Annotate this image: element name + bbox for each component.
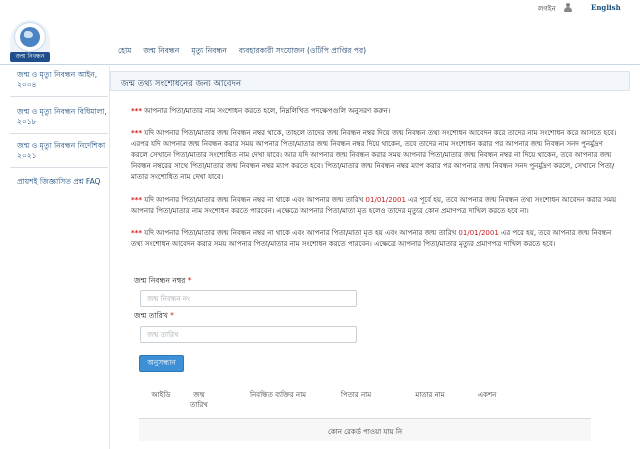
column-header-mother-name: মাতার নাম [415,391,445,399]
instruction-rule-1: *** যদি আপনার পিতা/মাতার জন্ম নিবন্ধন নম… [131,128,621,183]
star-marker: *** [131,129,142,137]
empty-table-message: কোন রেকর্ড পাওয়া যায় নি [327,428,403,436]
rule-2-date: 01/01/2001 [365,196,406,204]
registration-number-label: জন্ম নিবন্ধন নম্বর * [134,276,192,288]
site-logo[interactable]: জন্ম নিবন্ধন [10,20,50,62]
nav-item-home[interactable]: হোম [118,46,131,58]
logo-caption: জন্ম নিবন্ধন [10,52,50,62]
sidebar: জন্ম ও মৃত্যু নিবন্ধন আইন, ২০০৪ জন্ম ও ম… [0,66,110,449]
rule-2-text-a: যদি আপনার পিতা/মাতার জন্ম নিবন্ধন নম্বর … [141,196,366,204]
language-switch-link[interactable]: English [591,3,621,12]
instruction-rule-2: *** যদি আপনার পিতা/মাতার জন্ম নিবন্ধন নম… [131,195,621,217]
nav-item-death-registration[interactable]: মৃত্যু নিবন্ধন [191,46,227,58]
nav-divider [0,64,640,65]
rule-3-text-a: যদি আপনার পিতা/মাতার জন্ম নিবন্ধন নম্বর … [141,229,459,237]
globe-icon [20,27,40,47]
sidebar-item-rules-2018[interactable]: জন্ম ও মৃত্যু নিবন্ধন বিধিমালা, ২০১৮ [17,107,107,127]
top-bar: লগইন English [0,0,640,18]
column-header-action: একশন [477,391,497,399]
intro-text: আপনার পিতা/মাতার নাম সংশোধন করতে হলে, নি… [141,107,391,115]
nav-item-add-user[interactable]: ব্যবহারকারী সংযোজন (ওটিপি প্রাপ্তির পর) [239,46,366,58]
column-header-id: আইডি [151,391,171,399]
star-marker: *** [131,229,142,237]
main-nav: হোম জন্ম নিবন্ধন মৃত্যু নিবন্ধন ব্যবহারক… [118,46,378,58]
star-marker: *** [131,196,142,204]
nav-item-birth-registration[interactable]: জন্ম নিবন্ধন [143,46,179,58]
sidebar-divider [10,133,108,134]
sidebar-item-act-2004[interactable]: জন্ম ও মৃত্যু নিবন্ধন আইন, ২০০৪ [17,70,107,90]
column-header-date-of-birth: জন্ম তারিখ [190,391,208,409]
search-button[interactable]: অনুসন্ধান [139,355,184,372]
date-of-birth-input[interactable] [140,326,357,343]
login-link[interactable]: লগইন [538,3,556,15]
column-header-father-name: পিতার নাম [340,391,372,399]
rule-3-date: 01/01/2001 [458,229,499,237]
date-of-birth-label: জন্ম তারিখ * [134,311,174,323]
sidebar-item-guideline-2021[interactable]: জন্ম ও মৃত্যু নিবন্ধন নির্দেশিকা ২০২১ [17,141,107,161]
sidebar-divider [10,96,108,97]
user-icon[interactable] [564,3,572,12]
registration-number-input[interactable] [140,290,357,307]
table-row-empty: কোন রেকর্ড পাওয়া যায় নি [139,419,591,441]
date-of-birth-label-text: জন্ম তারিখ [134,311,168,320]
star-marker: *** [131,107,142,115]
required-marker: * [187,276,192,285]
sidebar-divider [10,167,108,168]
registration-number-label-text: জন্ম নিবন্ধন নম্বর [134,276,186,285]
page-header: জন্ম তথ্য সংশোধনের জন্য আবেদন [110,71,630,91]
required-marker: * [170,311,174,320]
page-title: জন্ম তথ্য সংশোধনের জন্য আবেদন [121,79,242,89]
instruction-intro: *** আপনার পিতা/মাতার নাম সংশোধন করতে হলে… [131,106,621,117]
column-header-registered-name: নিবন্ধিত ব্যক্তির নাম [250,391,306,399]
instruction-rule-3: *** যদি আপনার পিতা/মাতার জন্ম নিবন্ধন নম… [131,228,621,250]
sidebar-item-faq[interactable]: প্রায়শই জিজ্ঞাসিত প্রশ্ন FAQ [17,177,107,187]
rule-1-text: যদি আপনার পিতা/মাতার জন্ম নিবন্ধন নম্বর … [131,129,617,181]
